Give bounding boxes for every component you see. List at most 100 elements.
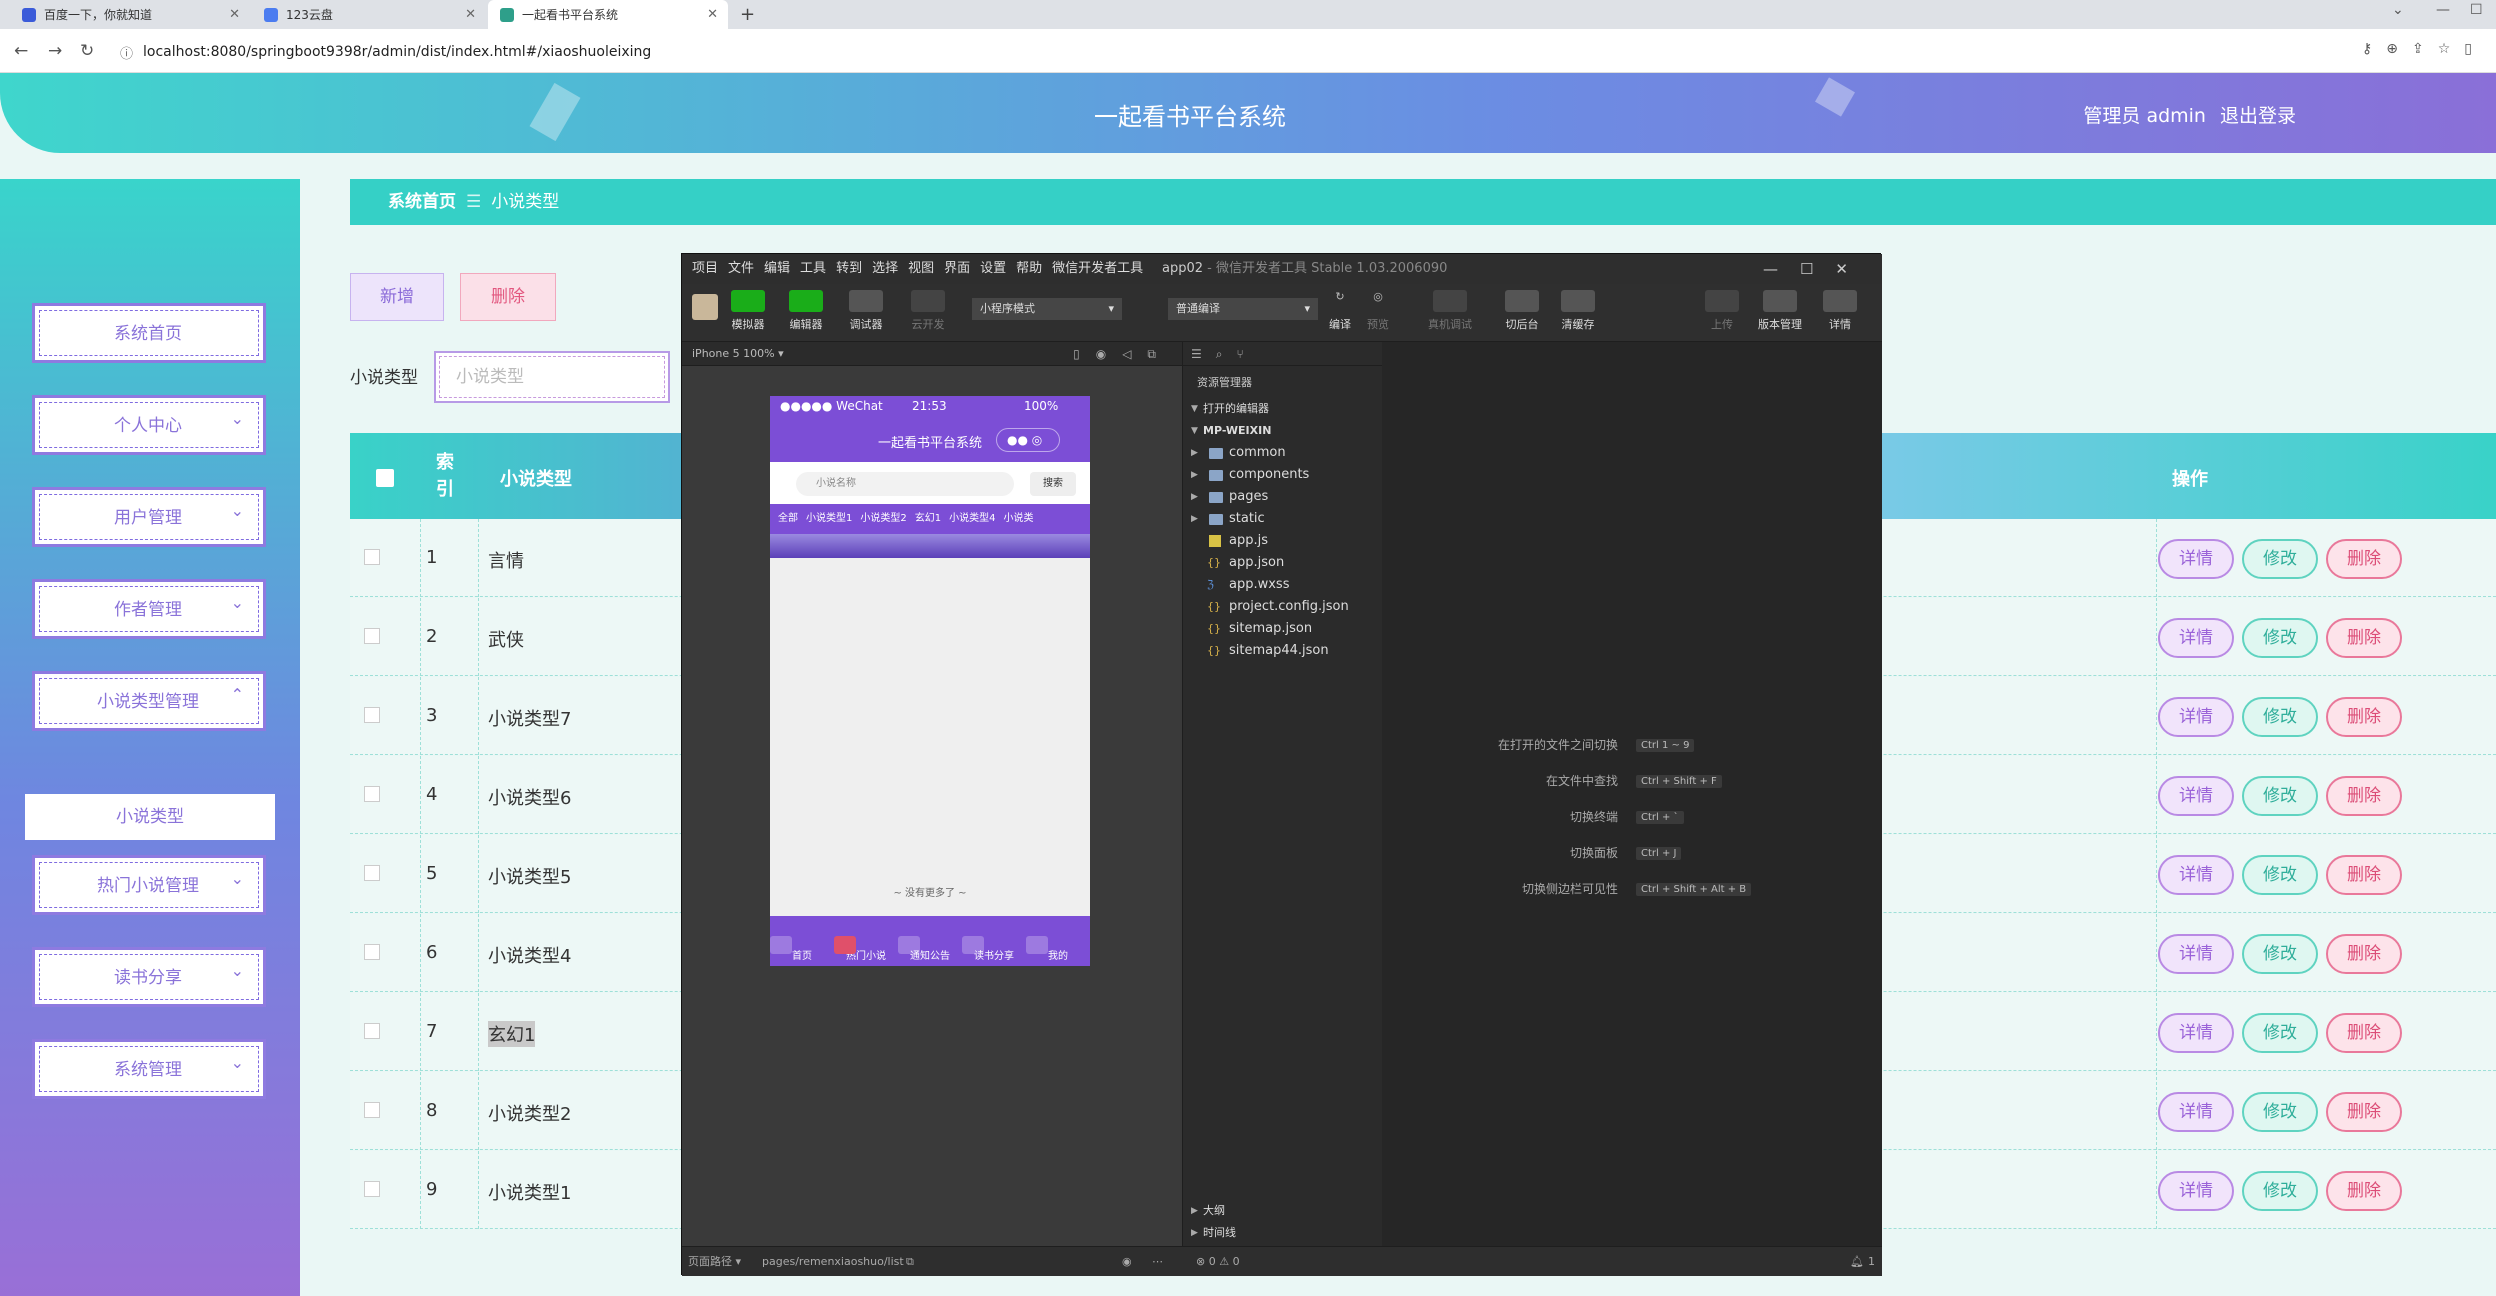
phone-tab-item[interactable]: 热门小说 — [834, 936, 898, 962]
bell-icon[interactable]: 🔔︎ — [1850, 1247, 1864, 1277]
copy-icon[interactable]: ⧉ — [906, 1247, 914, 1277]
details-button[interactable]: 详情 — [1818, 290, 1862, 332]
row-checkbox[interactable] — [364, 1023, 380, 1039]
phone-category-tab[interactable]: 小说类 — [1004, 513, 1034, 524]
delete-button[interactable]: 删除 — [2326, 776, 2402, 816]
row-checkbox[interactable] — [364, 786, 380, 802]
phone-search-button[interactable]: 搜索 — [1030, 472, 1076, 496]
ide-menu-item[interactable]: 视图 — [908, 261, 934, 276]
detail-button[interactable]: 详情 — [2158, 934, 2234, 974]
open-editors[interactable]: ▼ 打开的编辑器 — [1183, 398, 1383, 420]
upload-button[interactable]: 上传 — [1700, 290, 1744, 332]
detail-button[interactable]: 详情 — [2158, 776, 2234, 816]
batch-delete-button[interactable]: 删除 — [460, 273, 556, 321]
phone-search-input[interactable]: 小说名称 — [796, 472, 1014, 496]
sidebar-item-home[interactable]: 系统首页 — [28, 299, 268, 365]
file-item[interactable]: {} app.json — [1183, 552, 1383, 574]
detail-button[interactable]: 详情 — [2158, 855, 2234, 895]
close-icon[interactable]: ✕ — [229, 7, 240, 22]
file-item[interactable]: {} sitemap.json — [1183, 618, 1383, 640]
editor-button[interactable]: 编辑器 — [784, 290, 828, 332]
ide-menu-item[interactable]: 界面 — [944, 261, 970, 276]
version-button[interactable]: 版本管理 — [1758, 290, 1802, 332]
ide-menu-item[interactable]: 转到 — [836, 261, 862, 276]
file-item[interactable]: {} sitemap44.json — [1183, 640, 1383, 662]
row-checkbox[interactable] — [364, 1181, 380, 1197]
delete-button[interactable]: 删除 — [2326, 855, 2402, 895]
detail-button[interactable]: 详情 — [2158, 1013, 2234, 1053]
delete-button[interactable]: 删除 — [2326, 539, 2402, 579]
phone-tab-item[interactable]: 读书分享 — [962, 936, 1026, 962]
select-all-checkbox[interactable] — [376, 469, 394, 487]
device-select[interactable]: iPhone 5 100% ▾ — [692, 347, 784, 360]
sidebar-item-system[interactable]: 系统管理 ⌄ — [28, 1035, 268, 1101]
timeline-section[interactable]: ▶ 时间线 — [1183, 1222, 1383, 1244]
file-item[interactable]: ▶ components — [1183, 464, 1383, 486]
tab-active[interactable]: 一起看书平台系统 ✕ — [488, 0, 728, 29]
background-button[interactable]: 切后台 — [1500, 290, 1544, 332]
delete-button[interactable]: 删除 — [2326, 618, 2402, 658]
sidebar-item-novel-types[interactable]: 小说类型管理 ⌃ — [28, 667, 268, 733]
minimize-button[interactable]: — — [2436, 2, 2450, 18]
edit-button[interactable]: 修改 — [2242, 697, 2318, 737]
add-button[interactable]: 新增 — [350, 273, 444, 321]
tab-baidu[interactable]: 百度一下，你就知道 ✕ — [10, 0, 250, 29]
sidebar-item-users[interactable]: 用户管理 ⌄ — [28, 483, 268, 549]
clear-cache-button[interactable]: 清缓存 — [1556, 290, 1600, 332]
detail-button[interactable]: 详情 — [2158, 1092, 2234, 1132]
edit-button[interactable]: 修改 — [2242, 1092, 2318, 1132]
phone-category-tab[interactable]: 玄幻1 — [915, 513, 941, 524]
close-icon[interactable]: ✕ — [465, 7, 476, 22]
sidebar-item-reading-share[interactable]: 读书分享 ⌄ — [28, 943, 268, 1009]
row-checkbox[interactable] — [364, 628, 380, 644]
sidebar-item-profile[interactable]: 个人中心 ⌄ — [28, 391, 268, 457]
back-icon[interactable]: ← — [14, 41, 28, 61]
file-item[interactable]: ℨapp.wxss — [1183, 574, 1383, 596]
search-input[interactable]: 小说类型 — [434, 351, 670, 403]
file-item[interactable]: ▶ static — [1183, 508, 1383, 530]
ide-menu-item[interactable]: 项目 — [692, 261, 718, 276]
error-count[interactable]: ⊗ 0 ⚠ 0 — [1196, 1247, 1240, 1277]
row-checkbox[interactable] — [364, 549, 380, 565]
file-item[interactable]: app.js — [1183, 530, 1383, 552]
tab-123pan[interactable]: 123云盘 ✕ — [252, 0, 486, 29]
delete-button[interactable]: 删除 — [2326, 697, 2402, 737]
row-checkbox[interactable] — [364, 944, 380, 960]
more-icon[interactable]: ⋯ — [1152, 1247, 1163, 1277]
simulator-button[interactable]: 模拟器 — [726, 290, 770, 332]
ide-menu-item[interactable]: 设置 — [980, 261, 1006, 276]
page-path-label[interactable]: 页面路径 ▾ — [688, 1247, 741, 1277]
submenu-novel-type[interactable]: 小说类型 — [25, 794, 275, 840]
phone-category-tab[interactable]: 小说类型2 — [860, 513, 906, 524]
capsule-menu-icon[interactable]: ●● ◎ — [996, 428, 1060, 452]
delete-button[interactable]: 删除 — [2326, 1092, 2402, 1132]
compile-select[interactable]: 普通编译 ▾ — [1168, 298, 1318, 320]
forward-icon[interactable]: → — [48, 41, 62, 61]
logout-link[interactable]: 退出登录 — [2220, 105, 2296, 127]
row-checkbox[interactable] — [364, 1102, 380, 1118]
mode-select[interactable]: 小程序模式 ▾ — [972, 298, 1122, 320]
phone-category-tab[interactable]: 小说类型1 — [806, 513, 852, 524]
remote-debug-button[interactable]: 真机调试 — [1428, 290, 1472, 332]
project-root[interactable]: ▼ MP-WEIXIN — [1183, 420, 1383, 442]
edit-button[interactable]: 修改 — [2242, 855, 2318, 895]
edit-button[interactable]: 修改 — [2242, 618, 2318, 658]
close-icon[interactable]: ✕ — [707, 7, 718, 22]
edit-button[interactable]: 修改 — [2242, 776, 2318, 816]
delete-button[interactable]: 删除 — [2326, 1013, 2402, 1053]
sidebar-item-authors[interactable]: 作者管理 ⌄ — [28, 575, 268, 641]
reload-icon[interactable]: ↻ — [80, 41, 94, 61]
sidebar-item-hot-novels[interactable]: 热门小说管理 ⌄ — [28, 851, 268, 917]
chevron-down-icon[interactable]: ⌄ — [2392, 2, 2404, 18]
edit-button[interactable]: 修改 — [2242, 1013, 2318, 1053]
file-item[interactable]: {} project.config.json — [1183, 596, 1383, 618]
ide-menu-item[interactable]: 编辑 — [764, 261, 790, 276]
file-item[interactable]: ▶ common — [1183, 442, 1383, 464]
avatar[interactable] — [692, 294, 718, 320]
file-item[interactable]: ▶ pages — [1183, 486, 1383, 508]
row-checkbox[interactable] — [364, 865, 380, 881]
ide-menu-item[interactable]: 帮助 — [1016, 261, 1042, 276]
ide-window-controls[interactable]: —☐✕ — [1763, 254, 1870, 284]
address-icons[interactable]: ⚷⊕⇪☆▯ — [2362, 41, 2486, 57]
row-checkbox[interactable] — [364, 707, 380, 723]
